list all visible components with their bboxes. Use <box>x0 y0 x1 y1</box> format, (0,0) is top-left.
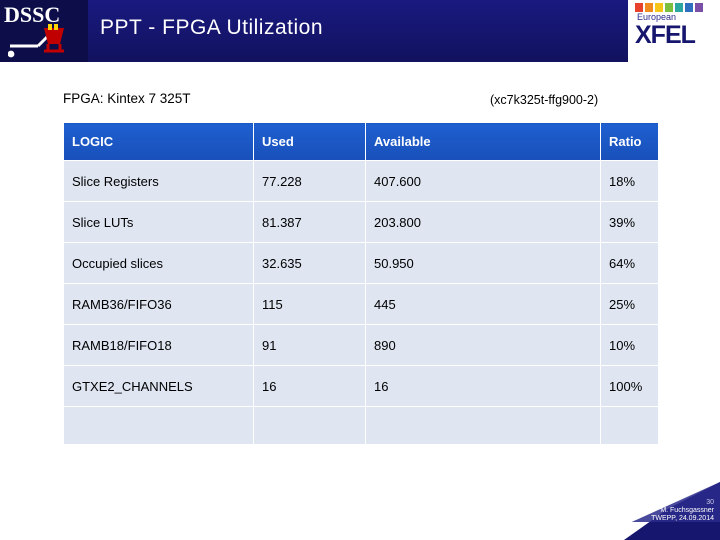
table-row: RAMB18/FIFO18 91 890 10% <box>63 324 659 366</box>
cell-resource: RAMB18/FIFO18 <box>63 324 254 366</box>
cell-resource: Occupied slices <box>63 242 254 284</box>
cell-available: 445 <box>365 283 601 325</box>
cell-ratio: 39% <box>600 201 659 243</box>
xfel-logo: European XFEL <box>628 0 720 62</box>
cell-available: 203.800 <box>365 201 601 243</box>
column-header-ratio: Ratio <box>600 122 659 161</box>
cell-resource: RAMB36/FIFO36 <box>63 283 254 325</box>
fpga-part-number-label: (xc7k325t-ffg900-2) <box>490 93 599 107</box>
cell-available <box>365 406 601 445</box>
column-header-available: Available <box>365 122 601 161</box>
footer-credits: M. Fuchsgassner TWEPP, 24.09.2014 <box>651 507 714 525</box>
cell-resource <box>63 406 254 445</box>
cell-ratio: 100% <box>600 365 659 407</box>
cell-ratio <box>600 406 659 445</box>
column-header-logic: LOGIC <box>63 122 254 161</box>
fpga-utilization-table: LOGIC Used Available Ratio Slice Registe… <box>63 122 659 445</box>
footer-event: TWEPP, 24.09.2014 <box>651 515 714 523</box>
page-number: 30 <box>706 499 714 506</box>
cell-available: 50.950 <box>365 242 601 284</box>
cell-available: 16 <box>365 365 601 407</box>
cell-used: 32.635 <box>253 242 366 284</box>
cell-available: 890 <box>365 324 601 366</box>
cell-used: 91 <box>253 324 366 366</box>
dssc-logo-glyph <box>8 24 64 58</box>
slide-header: DSSC PPT - FPGA Utilization European XFE… <box>0 0 720 62</box>
dssc-logo: DSSC <box>0 0 88 62</box>
cell-resource: Slice Registers <box>63 160 254 202</box>
cell-used: 81.387 <box>253 201 366 243</box>
table-row: GTXE2_CHANNELS 16 16 100% <box>63 365 659 407</box>
cell-ratio: 25% <box>600 283 659 325</box>
cell-ratio: 18% <box>600 160 659 202</box>
cell-resource: Slice LUTs <box>63 201 254 243</box>
slide-body: FPGA: Kintex 7 325T (xc7k325t-ffg900-2) … <box>0 62 720 540</box>
footer-author-name: M. Fuchsgassner <box>660 506 714 514</box>
table-row: Slice LUTs 81.387 203.800 39% <box>63 201 659 243</box>
table-row: RAMB36/FIFO36 115 445 25% <box>63 283 659 325</box>
cell-used: 16 <box>253 365 366 407</box>
cell-ratio: 10% <box>600 324 659 366</box>
table-header-row: LOGIC Used Available Ratio <box>63 122 659 161</box>
cell-used <box>253 406 366 445</box>
cell-ratio: 64% <box>600 242 659 284</box>
cell-resource: GTXE2_CHANNELS <box>63 365 254 407</box>
table-row: Occupied slices 32.635 50.950 64% <box>63 242 659 284</box>
table-row <box>63 406 659 445</box>
column-header-used: Used <box>253 122 366 161</box>
cell-used: 77.228 <box>253 160 366 202</box>
xfel-logo-bars <box>635 3 703 12</box>
cell-available: 407.600 <box>365 160 601 202</box>
fpga-device-label: FPGA: Kintex 7 325T <box>63 91 191 106</box>
table-row: Slice Registers 77.228 407.600 18% <box>63 160 659 202</box>
cell-used: 115 <box>253 283 366 325</box>
xfel-logo-text: XFEL <box>635 21 696 49</box>
page-title: PPT - FPGA Utilization <box>100 16 324 39</box>
